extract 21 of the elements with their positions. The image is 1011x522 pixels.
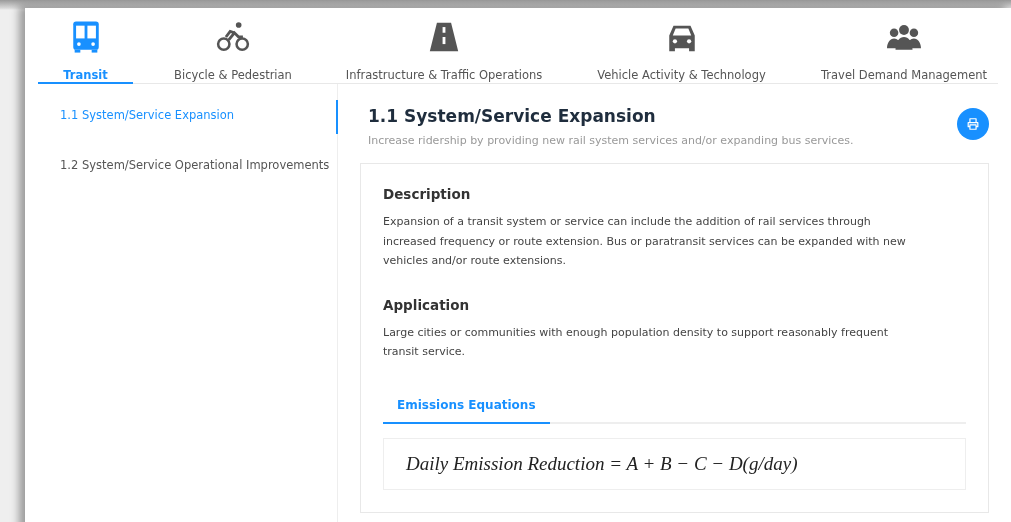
- cyclist-icon: [216, 20, 250, 54]
- print-button[interactable]: [957, 108, 989, 140]
- section-text: Large cities or communities with enough population density to support reasonably frequent transit service.: [383, 324, 890, 360]
- page-subtitle: Increase ridership by providing new rail system services and/or expanding bus services.: [368, 134, 854, 147]
- page-title: 1.1 System/Service Expansion: [368, 106, 657, 126]
- tab-label: Transit: [63, 68, 108, 82]
- category-tab[interactable]: Bicycle & Pedestrian: [133, 8, 333, 84]
- tab-label: Travel Demand Management: [821, 68, 987, 82]
- category-tab[interactable]: Infrastructure & Traffic Operations: [333, 8, 555, 84]
- section-heading: Application: [383, 296, 471, 313]
- equation-text: Daily Emission Reduction = A + B − C − D(g/day): [406, 452, 798, 474]
- print-icon: [966, 117, 980, 131]
- section-heading: Description: [383, 186, 472, 202]
- sidebar-item[interactable]: 1.2 System/Service Operational Improvements: [25, 150, 338, 184]
- category-tab[interactable]: Travel Demand Management: [808, 8, 1000, 84]
- tab-label: Vehicle Activity & Technology: [597, 68, 766, 82]
- road-icon: [427, 20, 461, 54]
- section-text: Expansion of a transit system or service can include the addition of rail services through increased frequency or route extension. Bus or paratransit services can be expanded with new vehicles and/or route extensions.: [383, 214, 907, 269]
- category-tab[interactable]: Vehicle Activity & Technology: [555, 8, 808, 84]
- tab-label: Bicycle & Pedestrian: [174, 68, 292, 82]
- tab-label: Infrastructure & Traffic Operations: [345, 68, 543, 82]
